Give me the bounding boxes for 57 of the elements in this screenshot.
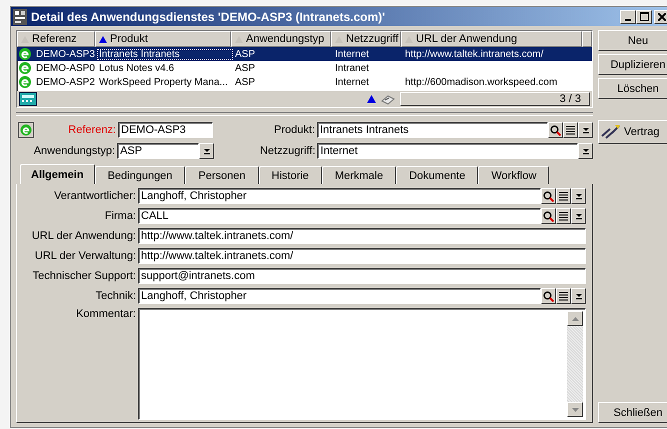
- field-label: Firma:: [104, 210, 137, 222]
- input-field[interactable]: Intranets Intranets: [317, 122, 548, 138]
- tab[interactable]: Workflow: [478, 166, 550, 184]
- field-label: URL der Anwendung:: [30, 230, 137, 242]
- table-cell: Internet: [335, 76, 369, 88]
- action-button[interactable]: Neu: [598, 30, 667, 51]
- list-row[interactable]: DEMO-ASP0 Lotus Notes v4.6 ASP Intranet: [17, 61, 592, 75]
- column-header[interactable]: Anwendungstyp: [231, 31, 331, 47]
- dropdown-field[interactable]: Internet: [317, 143, 578, 159]
- table-cell: DEMO-ASP0: [36, 62, 95, 74]
- list-row[interactable]: DEMO-ASP3 Intranets Intranets ASP Internet http://www.taltek.intranets.com/: [17, 47, 592, 61]
- table-cell: Intranet: [335, 62, 369, 74]
- field-label: Referenz:: [67, 124, 117, 136]
- input-field[interactable]: http://www.taltek.intranets.com/: [138, 228, 586, 244]
- field-label: Anwendungstyp:: [32, 145, 116, 157]
- input-field[interactable]: Langhoff, Christopher: [138, 288, 541, 304]
- field-label: Verantwortlicher:: [53, 190, 137, 202]
- input-field[interactable]: Langhoff, Christopher: [138, 188, 541, 204]
- list-row[interactable]: DEMO-ASP2 WorkSpeed Property Mana... ASP Internet http://600madison.workspeed.com: [17, 75, 592, 89]
- tab[interactable]: Personen: [185, 166, 259, 184]
- column-header[interactable]: Produkt: [95, 31, 231, 47]
- input-field[interactable]: CALL: [138, 208, 541, 224]
- field-label: Technischer Support:: [32, 270, 137, 282]
- field-label: URL der Verwaltung:: [34, 250, 137, 262]
- input-field[interactable]: support@intranets.com: [138, 268, 586, 284]
- action-button[interactable]: Löschen: [598, 78, 667, 99]
- table-cell: DEMO-ASP2: [36, 76, 95, 88]
- table-cell: http://600madison.workspeed.com: [405, 76, 558, 88]
- table-cell: ASP: [235, 48, 256, 60]
- column-header[interactable]: Netzzugriff: [331, 31, 401, 47]
- tab[interactable]: Allgemein: [20, 164, 95, 184]
- contract-button[interactable]: Vertrag: [598, 120, 667, 144]
- window-title: Detail des Anwendungsdienstes 'DEMO-ASP3 (Intranets.com)': [31, 10, 385, 24]
- tab[interactable]: Bedingungen: [94, 166, 186, 184]
- dropdown-field[interactable]: ASP: [117, 143, 200, 159]
- column-header[interactable]: Referenz: [17, 31, 95, 47]
- field-label: Netzzugriff:: [258, 145, 316, 157]
- input-field[interactable]: http://www.taltek.intranets.com/: [138, 248, 586, 264]
- table-cell: Lotus Notes v4.6: [99, 62, 174, 74]
- close-dialog-button[interactable]: Schließen: [598, 402, 667, 423]
- field-label: Kommentar:: [75, 308, 137, 320]
- column-header[interactable]: URL der Anwendung: [401, 31, 582, 47]
- tab[interactable]: Merkmale: [322, 166, 396, 184]
- tab[interactable]: Dokumente: [396, 166, 478, 184]
- record-counter: 3 / 3: [400, 92, 590, 106]
- table-cell: WorkSpeed Property Mana...: [99, 76, 228, 88]
- input-field[interactable]: DEMO-ASP3: [118, 122, 213, 138]
- table-cell: DEMO-ASP3: [36, 48, 95, 60]
- action-button[interactable]: Duplizieren: [598, 54, 667, 75]
- tab[interactable]: Historie: [258, 166, 322, 184]
- table-cell: Internet: [335, 48, 369, 60]
- field-label: Produkt:: [273, 124, 316, 136]
- table-cell: Intranets Intranets: [99, 48, 180, 60]
- field-label: Technik:: [94, 290, 137, 302]
- table-cell: ASP: [235, 62, 256, 74]
- table-cell: http://www.taltek.intranets.com/: [405, 48, 544, 60]
- table-cell: ASP: [235, 76, 256, 88]
